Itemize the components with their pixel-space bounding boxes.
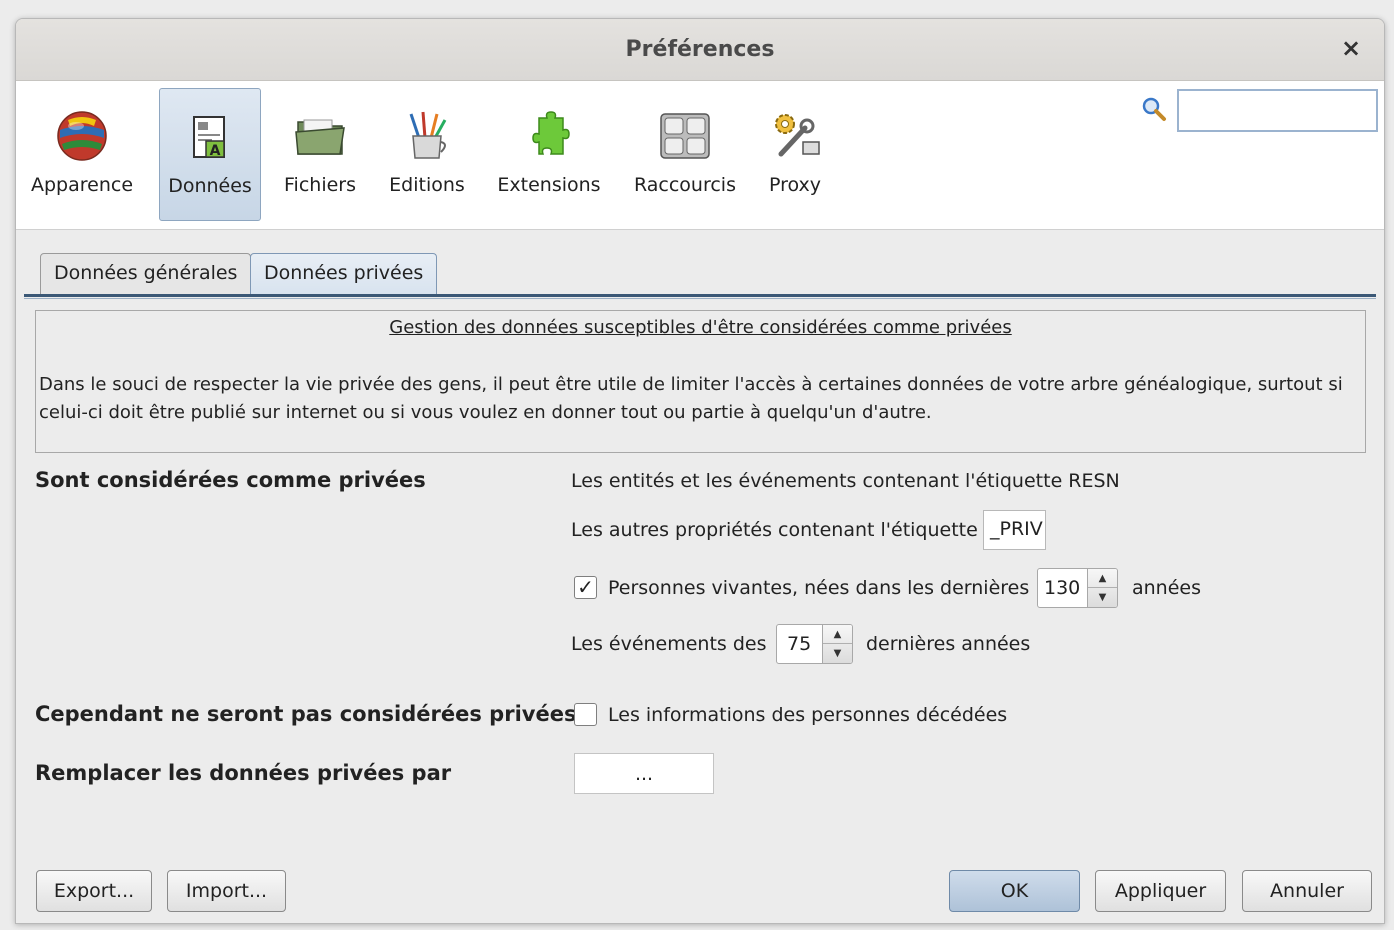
toolbar-item-label: Fichiers xyxy=(284,174,356,196)
toolbar-item-apparence[interactable]: Apparence xyxy=(28,88,136,221)
title-bar: Préférences × xyxy=(16,19,1384,81)
deceased-label: Les informations des personnes décédées xyxy=(608,704,1008,726)
toolbar-item-label: Proxy xyxy=(768,174,822,196)
preferences-dialog: Préférences × Apparence A Données Fichie… xyxy=(15,18,1385,924)
living-years-spinner[interactable]: 130 ▲ ▼ xyxy=(1037,568,1118,608)
private-section-label: Sont considérées comme privées xyxy=(35,468,426,492)
living-persons-checkbox[interactable]: ✓ xyxy=(574,576,597,599)
toolbar-item-label: Apparence xyxy=(30,174,134,196)
folder-icon xyxy=(295,119,345,155)
spinner-down-icon[interactable]: ▼ xyxy=(823,644,852,663)
toolbar-item-proxy[interactable]: Proxy xyxy=(760,88,830,221)
import-button[interactable]: Import... xyxy=(167,870,286,912)
events-years-spinner[interactable]: 75 ▲ ▼ xyxy=(776,624,853,664)
export-button[interactable]: Export... xyxy=(36,870,152,912)
other-props-tag-field[interactable]: _PRIV xyxy=(983,510,1046,550)
tab-donnees-privees[interactable]: Données privées xyxy=(250,253,438,295)
spinner-arrows: ▲ ▼ xyxy=(1087,569,1117,607)
ok-button[interactable]: OK xyxy=(949,870,1080,912)
living-years-value: 130 xyxy=(1044,577,1081,599)
window-title: Préférences xyxy=(625,37,775,62)
other-props-label: Les autres propriétés contenant l'étique… xyxy=(571,519,978,541)
info-text: Dans le souci de respecter la vie privée… xyxy=(39,374,1343,423)
living-years-unit: années xyxy=(1132,577,1202,599)
toolbar-item-donnees[interactable]: A Données xyxy=(159,88,261,221)
cancel-button[interactable]: Annuler xyxy=(1242,870,1372,912)
toolbar-item-raccourcis[interactable]: Raccourcis xyxy=(626,88,744,221)
toolbar-item-label: Editions xyxy=(389,174,465,196)
tab-underline xyxy=(24,294,1376,297)
search-icon xyxy=(1142,97,1166,121)
events-label-after: dernières années xyxy=(866,633,1031,655)
spinner-arrows: ▲ ▼ xyxy=(822,625,852,663)
not-private-section-label: Cependant ne seront pas considérées priv… xyxy=(35,702,577,726)
spinner-up-icon[interactable]: ▲ xyxy=(823,625,852,644)
events-years-value: 75 xyxy=(787,633,812,655)
keyboard-keys-icon xyxy=(660,113,710,159)
toolbar-item-fichiers[interactable]: Fichiers xyxy=(278,88,362,221)
pencil-cup-icon xyxy=(409,111,447,159)
toolbar-item-label: Extensions xyxy=(497,174,601,196)
document-data-icon: A xyxy=(193,116,225,159)
tab-donnees-generales[interactable]: Données générales xyxy=(40,253,252,295)
toolbar-item-label: Raccourcis xyxy=(633,174,736,196)
living-persons-label: Personnes vivantes, nées dans les derniè… xyxy=(608,577,1030,599)
toolbar-item-label: Données xyxy=(168,175,252,197)
events-label-before: Les événements des xyxy=(571,633,767,655)
close-button[interactable]: × xyxy=(1338,35,1364,61)
svg-text:A: A xyxy=(210,143,221,159)
preferences-toolbar: Apparence A Données Fichiers Editions Ex… xyxy=(16,81,1384,230)
spinner-down-icon[interactable]: ▼ xyxy=(1088,588,1117,607)
tab-underline-light xyxy=(24,298,1376,299)
deceased-checkbox[interactable] xyxy=(574,703,597,726)
apply-button[interactable]: Appliquer xyxy=(1095,870,1226,912)
toolbar-item-editions[interactable]: Editions xyxy=(384,88,470,221)
globe-flags-icon xyxy=(57,111,107,161)
search-input[interactable] xyxy=(1177,89,1378,132)
info-panel: Gestion des données susceptibles d'être … xyxy=(35,310,1366,453)
resn-text: Les entités et les événements contenant … xyxy=(571,470,1120,492)
spinner-up-icon[interactable]: ▲ xyxy=(1088,569,1117,588)
gear-wrench-icon xyxy=(775,114,820,157)
info-title: Gestion des données susceptibles d'être … xyxy=(389,317,1012,338)
puzzle-piece-icon xyxy=(532,111,570,155)
replace-value-field[interactable]: ... xyxy=(574,753,714,794)
toolbar-item-extensions[interactable]: Extensions xyxy=(490,88,608,221)
replace-section-label: Remplacer les données privées par xyxy=(35,761,452,785)
